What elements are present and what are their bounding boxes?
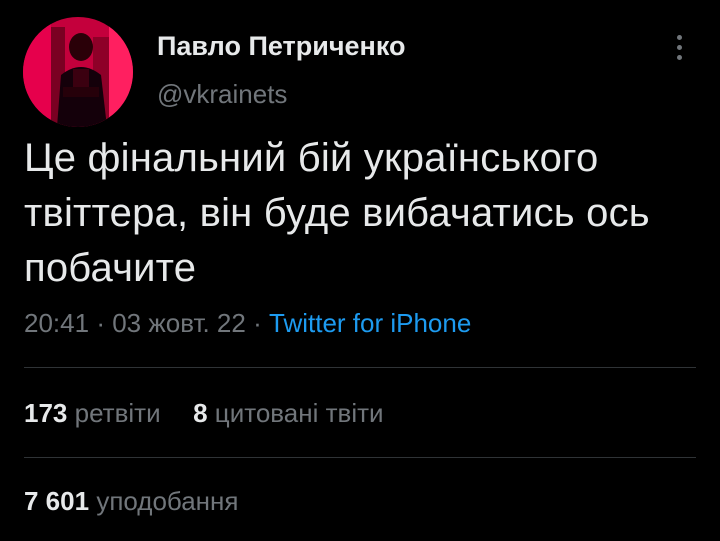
tweet-metadata: 20:41 · 03 жовт. 22 · Twitter for iPhone — [24, 308, 471, 339]
avatar-image — [23, 17, 133, 127]
tweet-time[interactable]: 20:41 — [24, 308, 89, 338]
meta-separator: · — [253, 308, 262, 338]
likes-count: 7 601 — [24, 486, 90, 516]
likes-row: 7 601 уподобання — [24, 486, 238, 517]
more-options-icon[interactable] — [664, 30, 696, 66]
retweets-stat[interactable]: 173 ретвіти — [24, 398, 168, 428]
engagement-row: 173 ретвіти 8 цитовані твіти — [24, 398, 384, 429]
likes-label: уподобання — [96, 486, 239, 516]
tweet-date[interactable]: 03 жовт. 22 — [112, 308, 246, 338]
author-display-name[interactable]: Павло Петриченко — [157, 31, 405, 62]
quotes-count: 8 — [193, 398, 208, 428]
meta-separator: · — [96, 308, 105, 338]
avatar[interactable] — [23, 17, 133, 127]
quotes-stat[interactable]: 8 цитовані твіти — [193, 398, 383, 428]
tweet-text: Це фінальний бій українського твіттера, … — [24, 136, 650, 290]
divider — [24, 457, 696, 458]
tweet-source-link[interactable]: Twitter for iPhone — [269, 308, 471, 338]
likes-stat[interactable]: 7 601 уподобання — [24, 486, 238, 516]
tweet-detail: Павло Петриченко @vkrainets Це фінальний… — [0, 0, 720, 541]
retweets-count: 173 — [24, 398, 68, 428]
quotes-label: цитовані твіти — [214, 398, 384, 428]
retweets-label: ретвіти — [74, 398, 161, 428]
author-handle[interactable]: @vkrainets — [157, 79, 287, 110]
divider — [24, 367, 696, 368]
